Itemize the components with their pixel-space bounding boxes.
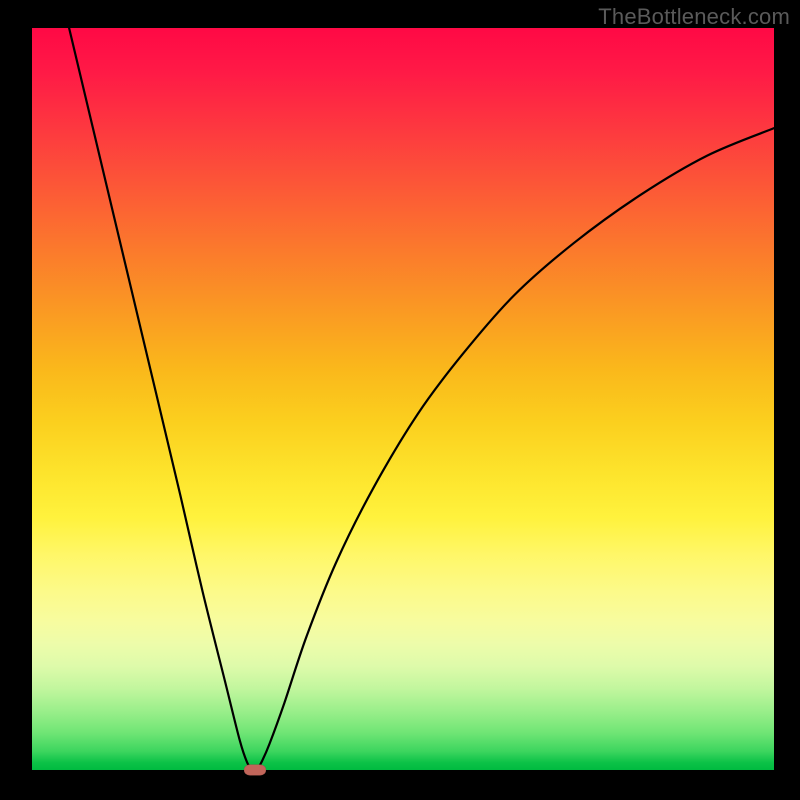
plot-area (32, 28, 774, 770)
watermark-label: TheBottleneck.com (598, 4, 790, 30)
chart-frame: TheBottleneck.com (0, 0, 800, 800)
bottleneck-curve (32, 28, 774, 770)
minimum-marker (244, 765, 266, 776)
